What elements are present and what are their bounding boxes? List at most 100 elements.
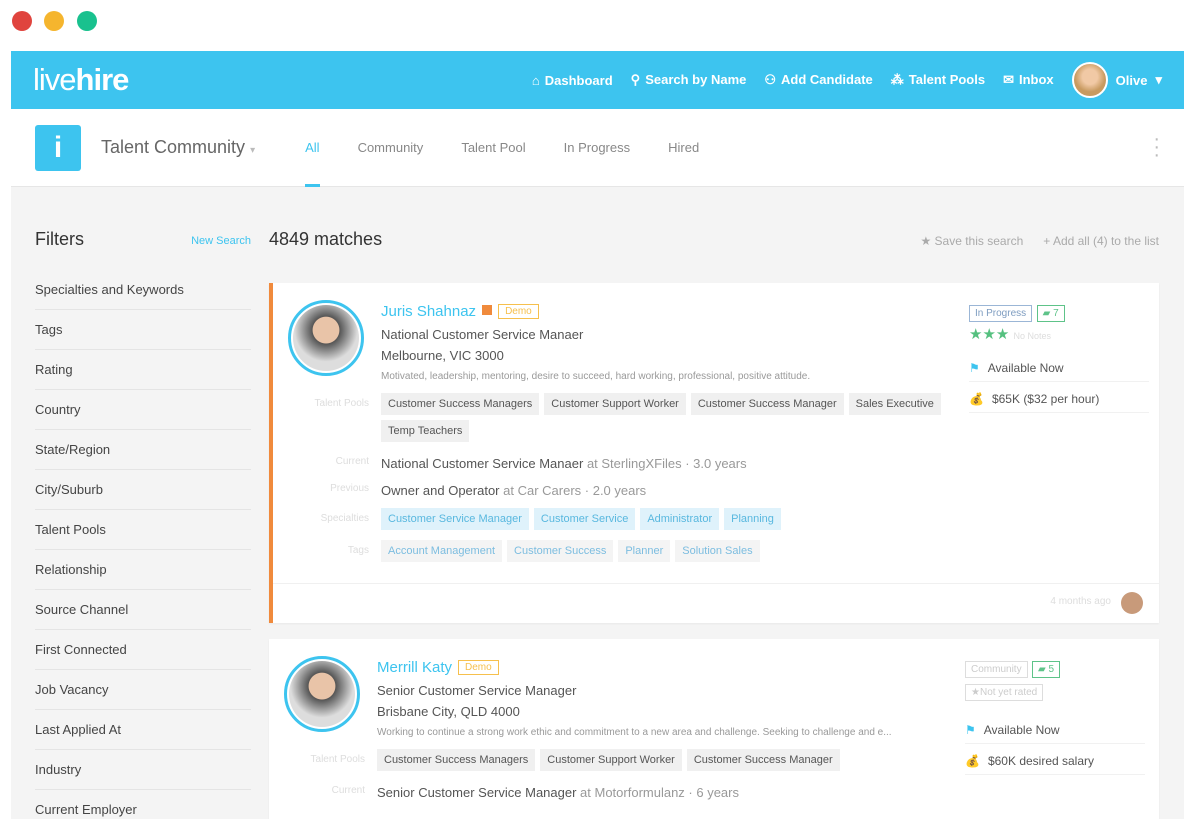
candidate-summary: Motivated, leadership, mentoring, desire…: [381, 371, 811, 382]
salary: $60K desired salary: [987, 754, 1095, 768]
filter-item[interactable]: First Connected: [35, 630, 251, 670]
filter-item[interactable]: State/Region: [35, 430, 251, 470]
user-menu[interactable]: Olive ▾: [1071, 62, 1162, 98]
availability: Available Now: [987, 361, 1064, 375]
chip[interactable]: Customer Success Manager: [690, 393, 844, 415]
chevron-down-icon: ▾: [250, 145, 256, 156]
more-options-icon[interactable]: · · ·: [1153, 129, 1160, 165]
current-role: National Customer Service Manaer at Ster…: [381, 456, 747, 471]
tab-all[interactable]: All: [305, 109, 321, 187]
demo-badge: Demo: [498, 304, 539, 319]
chip[interactable]: Customer Success Managers: [381, 393, 540, 415]
home-icon: ⌂: [531, 72, 540, 88]
chip[interactable]: Customer Success: [507, 540, 614, 562]
salary: $65K ($32 per hour): [991, 392, 1100, 406]
candidate-avatar[interactable]: [288, 300, 364, 376]
chip[interactable]: Solution Sales: [675, 540, 760, 562]
save-search-button[interactable]: ★ Save this search: [920, 234, 1023, 248]
rating-stars[interactable]: ★★★ No Notes: [969, 325, 1149, 343]
chip[interactable]: Customer Service Manager: [381, 508, 529, 530]
money-bag-icon: 💰: [965, 754, 980, 768]
add-all-button[interactable]: + Add all (4) to the list: [1043, 234, 1159, 248]
nav-talent-pools[interactable]: ⁂ Talent Pools: [891, 72, 985, 88]
candidate-name[interactable]: Merrill Katy: [377, 659, 452, 676]
availability: Available Now: [983, 723, 1060, 737]
chip[interactable]: Customer Support Worker: [540, 749, 682, 771]
candidate-card[interactable]: Merrill Katy Demo Senior Customer Service…: [269, 639, 1159, 819]
nav-label: Inbox: [1019, 72, 1054, 87]
briefcase-icon: ▰: [1038, 664, 1046, 675]
label: Current: [335, 456, 369, 467]
label: Talent Pools: [314, 398, 369, 409]
chip[interactable]: Customer Support Worker: [544, 393, 686, 415]
filter-item[interactable]: Specialties and Keywords: [35, 270, 251, 310]
filter-item[interactable]: Tags: [35, 310, 251, 350]
filter-item[interactable]: Last Applied At: [35, 710, 251, 750]
candidate-summary: Working to continue a strong work ethic …: [377, 727, 892, 738]
candidate-location: Melbourne, VIC 3000: [381, 348, 504, 363]
chip[interactable]: Customer Success Manager: [686, 749, 840, 771]
briefcase-icon: ▰: [1042, 308, 1051, 319]
filter-item[interactable]: Relationship: [35, 550, 251, 590]
tabs: All Community Talent Pool In Progress Hired: [305, 109, 737, 187]
candidate-title: National Customer Service Manaer: [381, 327, 584, 342]
app: livehire ⌂ Dashboard ⚲ Search by Name ⚇ Add C…: [11, 51, 1184, 819]
filter-item[interactable]: Talent Pools: [35, 510, 251, 550]
chip[interactable]: Account Management: [381, 540, 503, 562]
window-minimize-button[interactable]: [44, 11, 64, 31]
label: Talent Pools: [310, 754, 365, 765]
flag-icon: [482, 305, 493, 315]
window-close-button[interactable]: [12, 11, 32, 31]
results: 4849 matches ★ Save this search + Add al…: [269, 229, 1159, 819]
rating-badge[interactable]: ★Not yet rated: [965, 684, 1044, 701]
page-title[interactable]: Talent Community ▾: [101, 137, 255, 158]
filter-item[interactable]: Source Channel: [35, 590, 251, 630]
jobs-badge[interactable]: ▰ 5: [1032, 661, 1061, 678]
search-person-icon: ⚲: [630, 72, 641, 87]
chip[interactable]: Customer Service: [533, 508, 636, 530]
money-bag-icon: 💰: [969, 392, 984, 406]
tab-community[interactable]: Community: [358, 109, 424, 187]
nav-add-candidate[interactable]: ⚇ Add Candidate: [764, 72, 872, 88]
nav-label: Talent Pools: [908, 72, 986, 87]
flag-icon: ⚑: [965, 723, 976, 737]
candidate-title: Senior Customer Service Manager: [377, 683, 577, 698]
chip[interactable]: Administrator: [640, 508, 720, 530]
chip[interactable]: Planning: [724, 508, 781, 530]
nav-label: Add Candidate: [781, 72, 873, 87]
candidate-card[interactable]: Juris Shahnaz Demo National Customer Serv…: [269, 283, 1159, 623]
livehire-logo[interactable]: livehire: [33, 62, 129, 98]
user-avatar: [1071, 62, 1108, 98]
nav-search-by-name[interactable]: ⚲ Search by Name: [631, 72, 747, 88]
demo-badge: Demo: [458, 660, 499, 675]
filter-item[interactable]: Industry: [35, 750, 251, 790]
status-badge: Community: [965, 661, 1028, 678]
tab-in-progress[interactable]: In Progress: [564, 109, 630, 187]
label: Current: [331, 785, 365, 796]
chevron-down-icon: ▾: [1155, 72, 1162, 87]
filter-item[interactable]: Country: [35, 390, 251, 430]
window-maximize-button[interactable]: [77, 11, 97, 31]
filter-item[interactable]: Job Vacancy: [35, 670, 251, 710]
chip[interactable]: Planner: [618, 540, 671, 562]
chip[interactable]: Sales Executive: [848, 393, 941, 415]
filter-item[interactable]: City/Suburb: [35, 470, 251, 510]
candidate-avatar[interactable]: [284, 656, 360, 732]
filter-item[interactable]: Current Employer: [35, 790, 251, 819]
top-navbar: livehire ⌂ Dashboard ⚲ Search by Name ⚇ Add C…: [11, 51, 1184, 109]
nav-inbox[interactable]: ✉ Inbox: [1003, 72, 1054, 88]
add-user-icon: ⚇: [764, 72, 777, 87]
tab-talent-pool[interactable]: Talent Pool: [461, 109, 525, 187]
nav-label: Dashboard: [544, 72, 613, 88]
user-name: Olive: [1115, 72, 1148, 88]
previous-role: Owner and Operator at Car Carers · 2.0 y…: [381, 483, 647, 498]
new-search-link[interactable]: New Search: [191, 235, 251, 247]
nav-dashboard[interactable]: ⌂ Dashboard: [532, 73, 613, 88]
candidate-name[interactable]: Juris Shahnaz: [381, 303, 476, 320]
chip[interactable]: Customer Success Managers: [377, 749, 536, 771]
jobs-badge[interactable]: ▰ 7: [1036, 305, 1065, 322]
chip[interactable]: Temp Teachers: [381, 420, 470, 442]
tab-hired[interactable]: Hired: [668, 109, 699, 187]
label: Specialties: [320, 513, 369, 524]
filter-item[interactable]: Rating: [35, 350, 251, 390]
